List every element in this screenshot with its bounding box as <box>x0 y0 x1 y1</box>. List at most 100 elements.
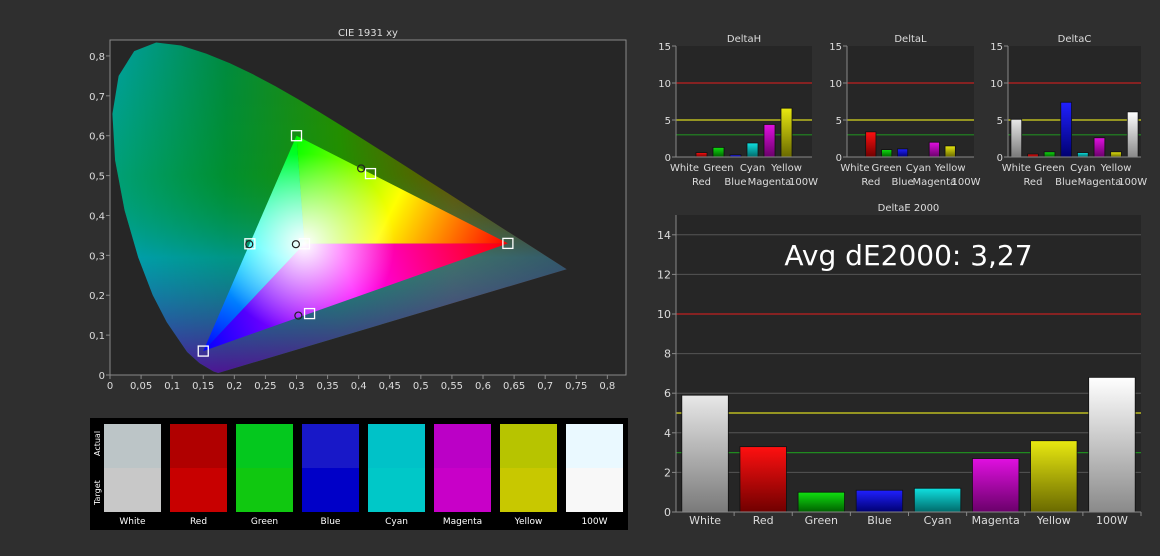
cie-x-tick-label: 0,05 <box>130 381 152 392</box>
deltaL-x-tick-label: Magenta <box>912 177 956 188</box>
swatch-actual <box>368 424 425 468</box>
deltaC-y-tick-label: 10 <box>990 79 1003 90</box>
deltaE-bar <box>913 487 962 513</box>
cie-x-tick-label: 0,3 <box>289 381 305 392</box>
deltaC-bar <box>1110 151 1122 158</box>
deltaL-bar <box>944 145 956 158</box>
swatch-actual <box>104 424 161 468</box>
deltaE-y-tick-label: 2 <box>664 466 671 479</box>
deltaE-y-tick-label: 14 <box>657 229 671 242</box>
deltaE-y-tick-label: 6 <box>664 387 671 400</box>
deltaL-y-tick-label: 5 <box>836 116 842 127</box>
deltaE-x-tick-label: Cyan <box>924 514 952 527</box>
cie-y-tick-label: 0,7 <box>89 92 105 103</box>
swatch-actual <box>302 424 359 468</box>
swatch-target <box>104 468 161 512</box>
deltaC-bar <box>1126 111 1139 158</box>
cie-x-tick-label: 0,65 <box>503 381 525 392</box>
swatch-label: Yellow <box>514 517 543 527</box>
deltaH-chart: DeltaH051015WhiteRedGreenBlueCyanMagenta… <box>658 34 818 188</box>
cie-y-tick-label: 0,4 <box>89 211 105 222</box>
swatch-label: Red <box>190 517 207 527</box>
deltaE-y-tick-label: 0 <box>664 506 671 519</box>
cie-x-tick-label: 0,6 <box>475 381 491 392</box>
deltaH-x-tick-label: Green <box>703 163 733 174</box>
swatch-target <box>434 468 491 512</box>
deltaE-bar <box>739 446 787 513</box>
deltaL-bar <box>928 141 940 158</box>
deltaH-bar <box>712 146 725 158</box>
swatch-target <box>566 468 623 512</box>
cie-x-tick-label: 0,75 <box>565 381 587 392</box>
deltaL-x-tick-label: Yellow <box>934 163 966 174</box>
swatch-actual <box>434 424 491 468</box>
swatch-label: 100W <box>581 517 607 527</box>
cie-x-tick-label: 0,25 <box>254 381 276 392</box>
deltaL-x-tick-label: White <box>840 163 869 174</box>
deltaH-x-tick-label: White <box>670 163 699 174</box>
deltaE-bar <box>797 491 845 513</box>
deltaC-x-tick-label: Red <box>1023 177 1042 188</box>
report-canvas: CIE 1931 xy0 0,05 0,1 0,15 0,2 0,25 0,3 0,35 0,4… <box>89 28 1147 530</box>
deltaE-bar <box>972 458 1020 513</box>
cie-x-tick-label: 0 <box>107 381 113 392</box>
deltaE-bar <box>855 489 904 513</box>
deltaL-bar <box>881 149 893 158</box>
deltaC-x-tick-label: 100W <box>1118 177 1147 188</box>
cie-y-tick-label: 0,6 <box>89 132 105 143</box>
cie-x-tick-label: 0,1 <box>164 381 180 392</box>
deltaL-y-tick-label: 10 <box>829 79 842 90</box>
cie-chart: CIE 1931 xy 0 0,05 0,1 0,15 0,2 0,25 0,3 0,35 0,4… <box>89 28 627 392</box>
deltaE-bar <box>1088 376 1136 513</box>
deltaC-x-tick-label: Cyan <box>1070 163 1095 174</box>
deltaE-y-tick-label: 8 <box>664 348 671 361</box>
deltaH-bar <box>763 124 776 158</box>
deltaE-bar <box>1030 440 1078 513</box>
cie-x-tick-label: 0,7 <box>537 381 553 392</box>
deltaL-y-tick-label: 15 <box>829 42 842 53</box>
swatch-label: White <box>119 517 146 527</box>
deltaL-bar <box>897 148 909 158</box>
deltaC-chart: DeltaC051015WhiteRedGreenBlueCyanMagenta… <box>990 34 1147 188</box>
deltaL-title: DeltaL <box>894 34 927 45</box>
swatch-actual <box>236 424 293 468</box>
cie-x-tick-label: 0,8 <box>599 381 615 392</box>
deltaE-annotation: Avg dE2000: 3,27 <box>784 239 1032 272</box>
cie-x-tick-label: 0,2 <box>226 381 242 392</box>
deltaE-chart: DeltaE 2000 0 2 4 6 8 10 12 14 White Red Green Blue C… <box>657 203 1142 527</box>
deltaL-chart: DeltaL051015WhiteRedGreenBlueCyanMagenta… <box>829 34 980 188</box>
deltaE-title: DeltaE 2000 <box>878 203 940 214</box>
cie-x-tick-label: 0,55 <box>441 381 463 392</box>
deltaC-bar <box>1093 137 1106 158</box>
deltaC-x-tick-label: Green <box>1034 163 1064 174</box>
swatch-target-label: Target <box>93 480 102 506</box>
cie-y-tick-label: 0,2 <box>89 291 105 302</box>
cie-y-tick-label: 0,3 <box>89 251 105 262</box>
deltaH-x-tick-label: Blue <box>724 177 746 188</box>
deltaL-x-tick-label: Green <box>872 163 902 174</box>
cie-title: CIE 1931 xy <box>338 28 398 39</box>
deltaC-bar <box>1077 152 1089 158</box>
deltaH-x-tick-label: Red <box>692 177 711 188</box>
deltaE-x-tick-label: Blue <box>867 514 892 527</box>
cie-y-tick-label: 0,1 <box>89 331 105 342</box>
cie-x-tick-label: 0,45 <box>379 381 401 392</box>
deltaE-y-tick-label: 10 <box>657 308 671 321</box>
deltaE-y-tick-label: 12 <box>657 268 671 281</box>
deltaE-x-tick-label: Yellow <box>1036 514 1071 527</box>
swatch-actual-label: Actual <box>93 431 102 456</box>
swatch-target <box>500 468 557 512</box>
deltaL-x-tick-label: Red <box>861 177 880 188</box>
swatch-label: Blue <box>321 517 341 527</box>
deltaE-x-tick-label: 100W <box>1096 514 1128 527</box>
deltaC-bar <box>1010 118 1023 158</box>
swatch-actual <box>566 424 623 468</box>
cie-x-tick-label: 0,15 <box>192 381 214 392</box>
swatch-label: Magenta <box>443 517 482 527</box>
deltaH-bar <box>746 142 759 158</box>
deltaH-y-tick-label: 5 <box>665 116 671 127</box>
deltaH-x-tick-label: Magenta <box>748 177 792 188</box>
deltaC-plot-area <box>1008 46 1141 157</box>
deltaE-x-tick-label: Magenta <box>972 514 1020 527</box>
deltaC-x-tick-label: Blue <box>1055 177 1077 188</box>
